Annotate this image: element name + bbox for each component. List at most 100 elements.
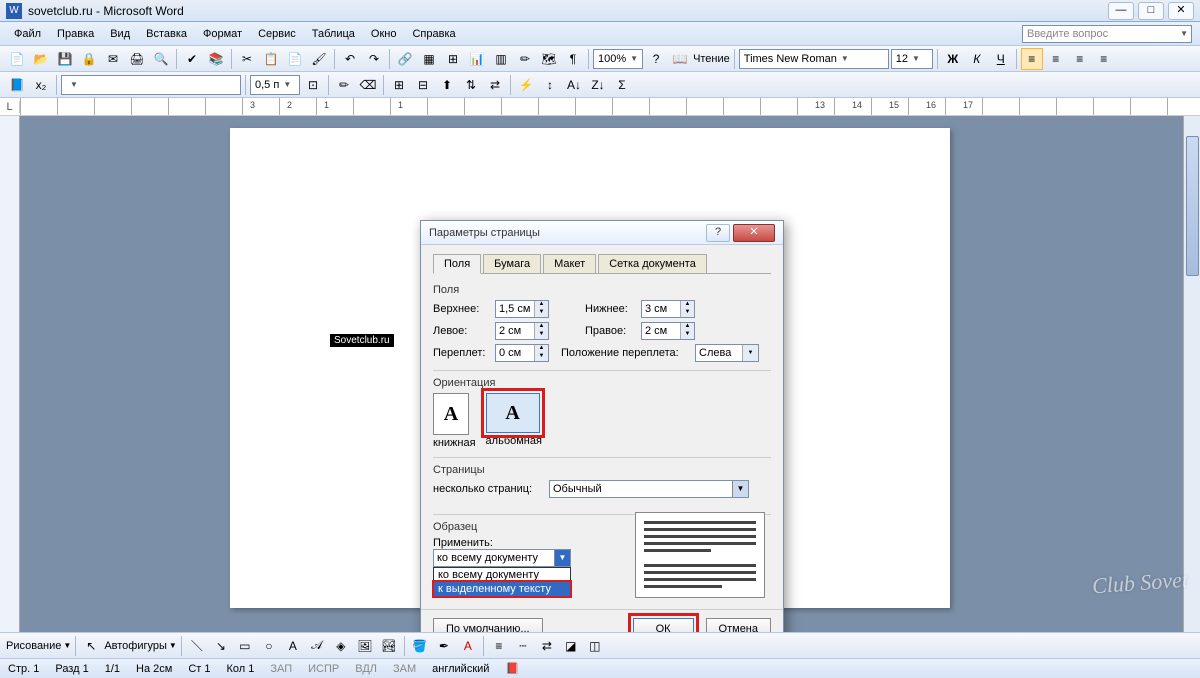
mail-icon[interactable]: ✉	[102, 48, 124, 70]
ok-button[interactable]: ОК	[633, 618, 694, 632]
sort-asc-icon[interactable]: A↓	[563, 74, 585, 96]
menu-table[interactable]: Таблица	[306, 25, 361, 43]
status-trk[interactable]: ИСПР	[308, 663, 339, 675]
vertical-ruler[interactable]	[0, 116, 20, 632]
autoshapes-label[interactable]: Автофигуры	[104, 640, 167, 652]
select-objects-icon[interactable]: ↖	[80, 635, 102, 657]
dialog-titlebar[interactable]: Параметры страницы ? ✕	[421, 221, 783, 245]
line-color-icon[interactable]: ✒	[433, 635, 455, 657]
orientation-portrait[interactable]: A книжная	[433, 393, 476, 449]
maximize-button[interactable]: □	[1138, 2, 1164, 20]
split-cells-icon[interactable]: ⊟	[412, 74, 434, 96]
subscript-icon[interactable]: x₂	[30, 74, 52, 96]
picture-icon[interactable]: 🏞	[378, 635, 400, 657]
copy-icon[interactable]: 📋	[260, 48, 282, 70]
sum-icon[interactable]: Σ	[611, 74, 633, 96]
help-icon[interactable]: ?	[645, 48, 667, 70]
orientation-landscape[interactable]: A альбомная	[486, 393, 542, 449]
cancel-button[interactable]: Отмена	[706, 618, 771, 632]
drawing-label[interactable]: Рисование	[6, 640, 61, 652]
text-direction-icon[interactable]: ↕	[539, 74, 561, 96]
italic-button[interactable]: К	[966, 48, 988, 70]
gutter-pos-select[interactable]: Слева▼	[695, 344, 759, 362]
undo-icon[interactable]: ↶	[339, 48, 361, 70]
gutter-input[interactable]: 0 см▲▼	[495, 344, 549, 362]
status-lang[interactable]: английский	[432, 663, 489, 675]
rectangle-icon[interactable]: ▭	[234, 635, 256, 657]
align-center-icon[interactable]: ≡	[1045, 48, 1067, 70]
menu-window[interactable]: Окно	[365, 25, 403, 43]
menu-file[interactable]: Файл	[8, 25, 47, 43]
spacing-combo[interactable]: 0,5 п▼	[250, 75, 300, 95]
dialog-help-icon[interactable]: ?	[706, 224, 730, 242]
apply-opt-all[interactable]: ко всему документу	[434, 568, 570, 582]
border-icon[interactable]: ⊡	[302, 74, 324, 96]
doc-map-icon[interactable]: 🗺	[538, 48, 560, 70]
clipart-icon[interactable]: 🖼	[354, 635, 376, 657]
bold-button[interactable]: Ж	[942, 48, 964, 70]
new-doc-icon[interactable]: 📄	[6, 48, 28, 70]
dash-style-icon[interactable]: ┄	[512, 635, 534, 657]
apply-to-dropdown[interactable]: ко всему документу▼ ко всему документу к…	[433, 549, 571, 597]
preview-icon[interactable]: 🔍	[150, 48, 172, 70]
menu-help[interactable]: Справка	[406, 25, 461, 43]
top-margin-input[interactable]: 1,5 см▲▼	[495, 300, 549, 318]
underline-button[interactable]: Ч	[990, 48, 1012, 70]
paste-icon[interactable]: 📄	[284, 48, 306, 70]
shadow-icon[interactable]: ◪	[560, 635, 582, 657]
open-icon[interactable]: 📂	[30, 48, 52, 70]
left-margin-input[interactable]: 2 см▲▼	[495, 322, 549, 340]
print-icon[interactable]: 🖨	[126, 48, 148, 70]
distribute-rows-icon[interactable]: ⇅	[460, 74, 482, 96]
permission-icon[interactable]: 🔒	[78, 48, 100, 70]
tab-paper[interactable]: Бумага	[483, 254, 541, 274]
paragraph-icon[interactable]: ¶	[562, 48, 584, 70]
pencil-icon[interactable]: ✏	[333, 74, 355, 96]
tab-layout[interactable]: Макет	[543, 254, 596, 274]
bottom-margin-input[interactable]: 3 см▲▼	[641, 300, 695, 318]
selected-text[interactable]: Sovetclub.ru	[330, 334, 394, 347]
reading-layout-icon[interactable]: 📖	[669, 48, 691, 70]
wordart-icon[interactable]: 𝒜	[306, 635, 328, 657]
align-top-icon[interactable]: ⬆	[436, 74, 458, 96]
tab-fields[interactable]: Поля	[433, 254, 481, 274]
font-combo[interactable]: Times New Roman▼	[739, 49, 889, 69]
menu-edit[interactable]: Правка	[51, 25, 100, 43]
horizontal-ruler[interactable]: L 3 2 1 1 13 14 15 16 17	[0, 98, 1200, 116]
font-color-icon[interactable]: A	[457, 635, 479, 657]
minimize-button[interactable]: —	[1108, 2, 1134, 20]
dialog-close-icon[interactable]: ✕	[733, 224, 775, 242]
fill-color-icon[interactable]: 🪣	[409, 635, 431, 657]
menu-tools[interactable]: Сервис	[252, 25, 302, 43]
diagram-icon[interactable]: ◈	[330, 635, 352, 657]
dictionary-icon[interactable]: 📘	[6, 74, 28, 96]
scrollbar-thumb[interactable]	[1186, 136, 1199, 276]
oval-icon[interactable]: ○	[258, 635, 280, 657]
help-question-input[interactable]: Введите вопрос ▼	[1022, 25, 1192, 43]
textbox-icon[interactable]: A	[282, 635, 304, 657]
line-icon[interactable]: ＼	[186, 635, 208, 657]
cut-icon[interactable]: ✂	[236, 48, 258, 70]
align-justify-icon[interactable]: ≡	[1093, 48, 1115, 70]
multipage-select[interactable]: Обычный▼	[549, 480, 749, 498]
align-right-icon[interactable]: ≡	[1069, 48, 1091, 70]
autoformat-icon[interactable]: ⚡	[515, 74, 537, 96]
arrow-style-icon[interactable]: ⇄	[536, 635, 558, 657]
zoom-combo[interactable]: 100%▼	[593, 49, 643, 69]
sort-desc-icon[interactable]: Z↓	[587, 74, 609, 96]
table-border-icon[interactable]: ▦	[418, 48, 440, 70]
align-left-icon[interactable]: ≡	[1021, 48, 1043, 70]
columns-icon[interactable]: ▥	[490, 48, 512, 70]
default-button[interactable]: По умолчанию...	[433, 618, 543, 632]
research-icon[interactable]: 📚	[205, 48, 227, 70]
merge-cells-icon[interactable]: ⊞	[388, 74, 410, 96]
vertical-scrollbar[interactable]	[1183, 116, 1200, 632]
status-ovr[interactable]: ЗАМ	[393, 663, 416, 675]
style-combo[interactable]: ▼	[61, 75, 241, 95]
arrow-icon[interactable]: ↘	[210, 635, 232, 657]
tab-grid[interactable]: Сетка документа	[598, 254, 707, 274]
menu-format[interactable]: Формат	[197, 25, 248, 43]
right-margin-input[interactable]: 2 см▲▼	[641, 322, 695, 340]
redo-icon[interactable]: ↷	[363, 48, 385, 70]
worksheet-icon[interactable]: 📊	[466, 48, 488, 70]
